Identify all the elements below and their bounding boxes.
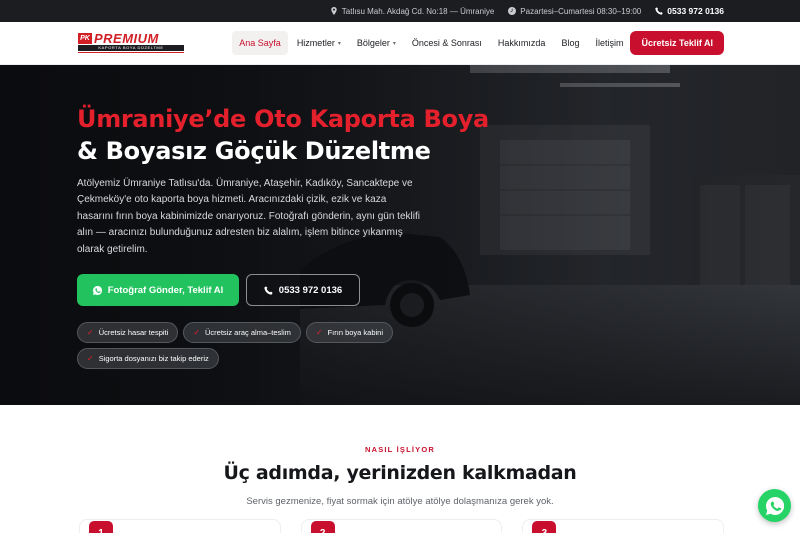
send-photo-label: Fotoğraf Gönder, Teklif Al bbox=[107, 284, 224, 296]
whatsapp-icon bbox=[92, 285, 102, 295]
logo-wordmark: PREMIUM bbox=[94, 31, 159, 46]
chip-label: Ücretsiz araç alma–teslim bbox=[205, 328, 291, 338]
hero-section: Ümraniye’de Oto Kaporta Boya & Boyasız G… bbox=[0, 65, 800, 405]
hero-content: Ümraniye’de Oto Kaporta Boya & Boyasız G… bbox=[77, 103, 489, 370]
nav-item-before-after[interactable]: Öncesi & Sonrası bbox=[405, 31, 489, 55]
nav-item-services[interactable]: Hizmetler ▾ bbox=[290, 31, 348, 55]
logo-tagline: KAPORTA BOYA DÜZELTME bbox=[78, 45, 184, 51]
feature-chip: ✓ Sigorta dosyanızı biz takip ederiz bbox=[77, 348, 219, 370]
send-photo-quote-button[interactable]: Fotoğraf Gönder, Teklif Al bbox=[77, 274, 239, 307]
nav-label: Blog bbox=[561, 38, 580, 48]
whatsapp-float-button[interactable] bbox=[758, 489, 791, 522]
hero-title-line-2: & Boyasız Göçük Düzeltme bbox=[77, 137, 431, 165]
address-item: Tatlısu Mah. Akdağ Cd. No:18 — Ümraniye bbox=[330, 6, 495, 16]
feature-chip: ✓ Fırın boya kabini bbox=[305, 322, 394, 344]
topbar-phone-text: 0533 972 0136 bbox=[667, 6, 724, 16]
clock-icon bbox=[508, 7, 517, 15]
phone-icon bbox=[264, 285, 273, 295]
logo-badge: PK bbox=[78, 33, 92, 44]
nav-label: Hizmetler bbox=[296, 38, 335, 48]
hours-text: Pazartesi–Cumartesi 08:30–19:00 bbox=[520, 6, 642, 16]
chip-label: Ücretsiz hasar tespiti bbox=[98, 328, 169, 338]
free-quote-button[interactable]: Ücretsiz Teklif Al bbox=[630, 31, 724, 55]
check-icon: ✓ bbox=[315, 328, 323, 338]
nav-item-about[interactable]: Hakkımızda bbox=[491, 31, 553, 55]
check-icon: ✓ bbox=[87, 354, 94, 364]
top-info-bar: Tatlısu Mah. Akdağ Cd. No:18 — Ümraniye … bbox=[0, 0, 800, 22]
section-title: Üç adımda, yerinizden kalkmadan bbox=[223, 462, 577, 484]
feature-chip: ✓ Ücretsiz hasar tespiti bbox=[77, 322, 179, 344]
hero-buttons: Fotoğraf Gönder, Teklif Al 0533 972 0136 bbox=[77, 274, 437, 307]
nav-item-home[interactable]: Ana Sayfa bbox=[232, 31, 288, 55]
section-subtitle: Servis gezmenize, fiyat sormak için atöl… bbox=[246, 496, 554, 507]
step-number: 1 bbox=[89, 521, 113, 533]
step-number: 3 bbox=[532, 521, 557, 533]
main-nav: Ana Sayfa Hizmetler ▾ Bölgeler ▾ Öncesi & … bbox=[232, 31, 630, 55]
nav-item-blog[interactable]: Blog bbox=[554, 31, 586, 55]
check-icon: ✓ bbox=[193, 328, 201, 338]
address-text: Tatlısu Mah. Akdağ Cd. No:18 — Ümraniye bbox=[341, 6, 495, 16]
check-icon: ✓ bbox=[87, 328, 94, 338]
nav-label: Ana Sayfa bbox=[239, 38, 281, 48]
call-phone-button[interactable]: 0533 972 0136 bbox=[246, 274, 360, 307]
phone-icon bbox=[655, 7, 663, 15]
call-phone-label: 0533 972 0136 bbox=[278, 284, 343, 296]
step-card: 1 bbox=[79, 519, 281, 533]
nav-item-regions[interactable]: Bölgeler ▾ bbox=[350, 31, 403, 55]
nav-label: Hakkımızda bbox=[497, 38, 546, 48]
chevron-down-icon: ▾ bbox=[337, 40, 341, 47]
steps-row: 1 2 3 bbox=[79, 519, 725, 533]
location-pin-icon bbox=[331, 7, 337, 15]
nav-label: İletişim bbox=[595, 38, 624, 48]
step-card: 3 bbox=[522, 519, 725, 533]
hero-title-line-1: Ümraniye’de Oto Kaporta Boya bbox=[77, 105, 489, 133]
logo-rule bbox=[78, 52, 184, 53]
how-it-works-section: NASIL İŞLİYOR Üç adımda, yerinizden kalk… bbox=[0, 405, 800, 507]
whatsapp-icon bbox=[765, 496, 784, 515]
feature-chips: ✓ Ücretsiz hasar tespiti ✓ Ücretsiz araç a… bbox=[77, 322, 407, 370]
hero-description: Atölyemiz Ümraniye Tatlısu'da. Ümraniye,… bbox=[77, 178, 420, 255]
chip-label: Sigorta dosyanızı biz takip ederiz bbox=[98, 354, 209, 364]
nav-item-contact[interactable]: İletişim bbox=[588, 31, 630, 55]
site-header: PK PREMIUM KAPORTA BOYA DÜZELTME Ana Say… bbox=[0, 22, 800, 65]
step-number: 2 bbox=[310, 521, 335, 533]
topbar-phone-link[interactable]: 0533 972 0136 bbox=[655, 6, 724, 16]
chevron-down-icon: ▾ bbox=[392, 40, 396, 47]
section-eyebrow: NASIL İŞLİYOR bbox=[364, 445, 436, 454]
nav-label: Bölgeler bbox=[356, 38, 390, 48]
chip-label: Fırın boya kabini bbox=[327, 328, 384, 338]
hours-item: Pazartesi–Cumartesi 08:30–19:00 bbox=[508, 7, 641, 16]
feature-chip: ✓ Ücretsiz araç alma–teslim bbox=[183, 322, 301, 344]
nav-label: Öncesi & Sonrası bbox=[411, 38, 482, 48]
step-card: 2 bbox=[300, 519, 503, 533]
site-logo[interactable]: PK PREMIUM KAPORTA BOYA DÜZELTME bbox=[78, 31, 186, 55]
